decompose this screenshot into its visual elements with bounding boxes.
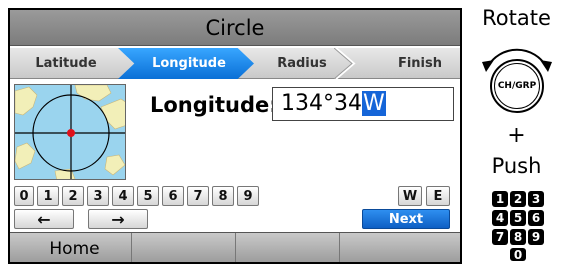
- key-east[interactable]: E: [426, 186, 450, 206]
- longitude-value: 134°34: [281, 91, 362, 116]
- numkey-9: 9: [528, 229, 544, 245]
- rotate-label: Rotate: [482, 6, 551, 30]
- numkey-2: 2: [510, 191, 526, 207]
- step-latitude[interactable]: Latitude: [10, 48, 122, 79]
- numkey-8: 8: [510, 229, 526, 245]
- push-label: Push: [491, 154, 542, 178]
- softkey-4[interactable]: [340, 233, 460, 262]
- numkey-3: 3: [528, 191, 544, 207]
- key-3[interactable]: 3: [87, 186, 109, 206]
- right-arrow-icon: →: [111, 209, 125, 229]
- numkey-0: 0: [510, 248, 526, 262]
- map-graphic: [15, 85, 125, 179]
- key-8[interactable]: 8: [212, 186, 234, 206]
- longitude-cursor-char: W: [362, 91, 386, 116]
- step-radius-label: Radius: [277, 56, 327, 71]
- title-bar: Circle: [10, 10, 460, 46]
- step-longitude[interactable]: Longitude: [118, 48, 254, 79]
- longitude-input[interactable]: 134°34W: [272, 87, 454, 121]
- step-bar: Latitude Longitude Radius Finish: [10, 48, 460, 79]
- numkey-5: 5: [510, 210, 526, 226]
- key-9[interactable]: 9: [237, 186, 259, 206]
- step-finish[interactable]: Finish: [356, 48, 460, 79]
- knob-label: CH/GRP: [494, 63, 540, 109]
- cursor-left-button[interactable]: ←: [14, 209, 74, 229]
- key-7[interactable]: 7: [187, 186, 209, 206]
- numkey-1: 1: [492, 191, 508, 207]
- key-4[interactable]: 4: [112, 186, 134, 206]
- softkey-bar: Home: [10, 232, 460, 262]
- device-screen: Circle Latitude Longitude Radius Finish: [8, 8, 462, 264]
- key-1[interactable]: 1: [37, 186, 59, 206]
- numeric-keypad-icon: 1 2 3 4 5 6 7 8 9 0: [492, 191, 552, 268]
- softkey-3[interactable]: [236, 233, 340, 262]
- numkey-7: 7: [492, 229, 508, 245]
- map-preview: [14, 84, 126, 180]
- next-button[interactable]: Next: [362, 209, 450, 229]
- left-arrow-icon: ←: [37, 209, 51, 229]
- softkey-home[interactable]: Home: [10, 233, 132, 262]
- control-guide: Rotate CH/GRP + Push 1 2 3 4 5 6 7 8 9 0: [466, 0, 567, 268]
- key-2[interactable]: 2: [62, 186, 84, 206]
- step-radius[interactable]: Radius: [246, 48, 358, 79]
- step-finish-label: Finish: [397, 56, 443, 71]
- screen-title: Circle: [205, 15, 265, 40]
- cursor-right-button[interactable]: →: [88, 209, 148, 229]
- softkey-home-label: Home: [49, 239, 100, 259]
- ch-grp-knob: CH/GRP: [490, 59, 544, 113]
- position-marker-icon: [67, 129, 75, 137]
- numkey-6: 6: [528, 210, 544, 226]
- key-west[interactable]: W: [398, 186, 422, 206]
- plus-label: +: [507, 123, 526, 148]
- numkey-4: 4: [492, 210, 508, 226]
- longitude-label: Longitude:: [150, 93, 278, 117]
- step-longitude-label: Longitude: [152, 56, 226, 71]
- key-0[interactable]: 0: [14, 186, 34, 206]
- softkey-2[interactable]: [132, 233, 236, 262]
- key-5[interactable]: 5: [137, 186, 159, 206]
- key-6[interactable]: 6: [162, 186, 184, 206]
- step-latitude-label: Latitude: [35, 56, 97, 71]
